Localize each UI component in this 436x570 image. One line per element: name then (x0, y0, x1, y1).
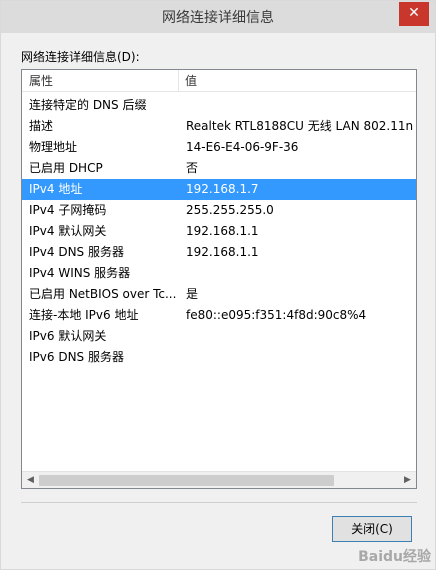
column-header-property[interactable]: 属性 (22, 70, 179, 92)
close-icon[interactable]: ✕ (399, 2, 429, 26)
table-row[interactable]: IPv6 DNS 服务器 (22, 347, 416, 368)
property-cell: IPv4 子网掩码 (29, 203, 107, 217)
column-header-value[interactable]: 值 (179, 70, 416, 92)
table-row[interactable]: IPv6 默认网关 (22, 326, 416, 347)
property-cell: 已启用 NetBIOS over Tc... (29, 287, 177, 301)
property-cell: IPv6 默认网关 (29, 329, 107, 343)
value-cell: fe80::e095:f351:4f8d:90c8%4 (186, 308, 367, 322)
watermark: Baidu经验 (358, 549, 431, 565)
table-row[interactable]: 描述 Realtek RTL8188CU 无线 LAN 802.11n U (22, 116, 416, 137)
property-cell: 物理地址 (29, 140, 78, 154)
value-cell: 192.168.1.7 (186, 182, 259, 196)
table-row[interactable]: IPv4 WINS 服务器 (22, 263, 416, 284)
scroll-track[interactable] (39, 472, 399, 488)
table-row[interactable]: 连接-本地 IPv6 地址 fe80::e095:f351:4f8d:90c8%4 (22, 305, 416, 326)
property-cell: 连接特定的 DNS 后缀 (29, 98, 147, 112)
property-cell: 描述 (29, 119, 54, 133)
property-cell: IPv4 默认网关 (29, 224, 107, 238)
value-cell: 14-E6-E4-06-9F-36 (186, 140, 299, 154)
property-cell: IPv6 DNS 服务器 (29, 350, 124, 364)
value-cell: Realtek RTL8188CU 无线 LAN 802.11n U (186, 119, 417, 133)
details-list[interactable]: 属性 值 连接特定的 DNS 后缀 描述 Realtek RTL8188CU 无线 … (21, 69, 417, 489)
horizontal-scrollbar[interactable]: ◀ ▶ (22, 471, 416, 488)
table-row[interactable]: 已启用 DHCP 否 (22, 158, 416, 179)
list-header: 属性 值 (22, 70, 416, 92)
value-cell: 是 (186, 287, 199, 301)
scroll-left-icon[interactable]: ◀ (22, 472, 39, 488)
table-row[interactable]: IPv4 子网掩码 255.255.255.0 (22, 200, 416, 221)
details-dialog: 网络连接详细信息 ✕ 网络连接详细信息(D): 属性 值 连接特定的 DNS 后… (0, 0, 436, 570)
property-cell: IPv4 WINS 服务器 (29, 266, 131, 280)
value-cell: 255.255.255.0 (186, 203, 274, 217)
scroll-thumb[interactable] (39, 475, 335, 486)
property-cell: 已启用 DHCP (29, 161, 103, 175)
divider (21, 502, 417, 503)
table-row[interactable]: IPv4 DNS 服务器 192.168.1.1 (22, 242, 416, 263)
window-title: 网络连接详细信息 (162, 10, 274, 26)
property-cell: 连接-本地 IPv6 地址 (29, 308, 139, 322)
dialog-body: 网络连接详细信息(D): 属性 值 连接特定的 DNS 后缀 描述 Realtek … (1, 33, 435, 569)
property-cell: IPv4 地址 (29, 182, 83, 196)
table-row[interactable]: 连接特定的 DNS 后缀 (22, 95, 416, 116)
value-cell: 192.168.1.1 (186, 245, 259, 259)
table-row[interactable]: IPv4 地址 192.168.1.7 (22, 179, 416, 200)
details-label: 网络连接详细信息(D): (21, 50, 140, 64)
title-bar[interactable]: 网络连接详细信息 ✕ (1, 1, 435, 33)
property-cell: IPv4 DNS 服务器 (29, 245, 124, 259)
value-cell: 否 (186, 161, 199, 175)
table-row[interactable]: IPv4 默认网关 192.168.1.1 (22, 221, 416, 242)
table-row[interactable]: 物理地址 14-E6-E4-06-9F-36 (22, 137, 416, 158)
table-row[interactable]: 已启用 NetBIOS over Tc... 是 (22, 284, 416, 305)
close-button[interactable]: 关闭(C) (332, 516, 412, 542)
list-rows: 连接特定的 DNS 后缀 描述 Realtek RTL8188CU 无线 LAN 8… (22, 95, 416, 368)
scroll-right-icon[interactable]: ▶ (399, 472, 416, 488)
value-cell: 192.168.1.1 (186, 224, 259, 238)
